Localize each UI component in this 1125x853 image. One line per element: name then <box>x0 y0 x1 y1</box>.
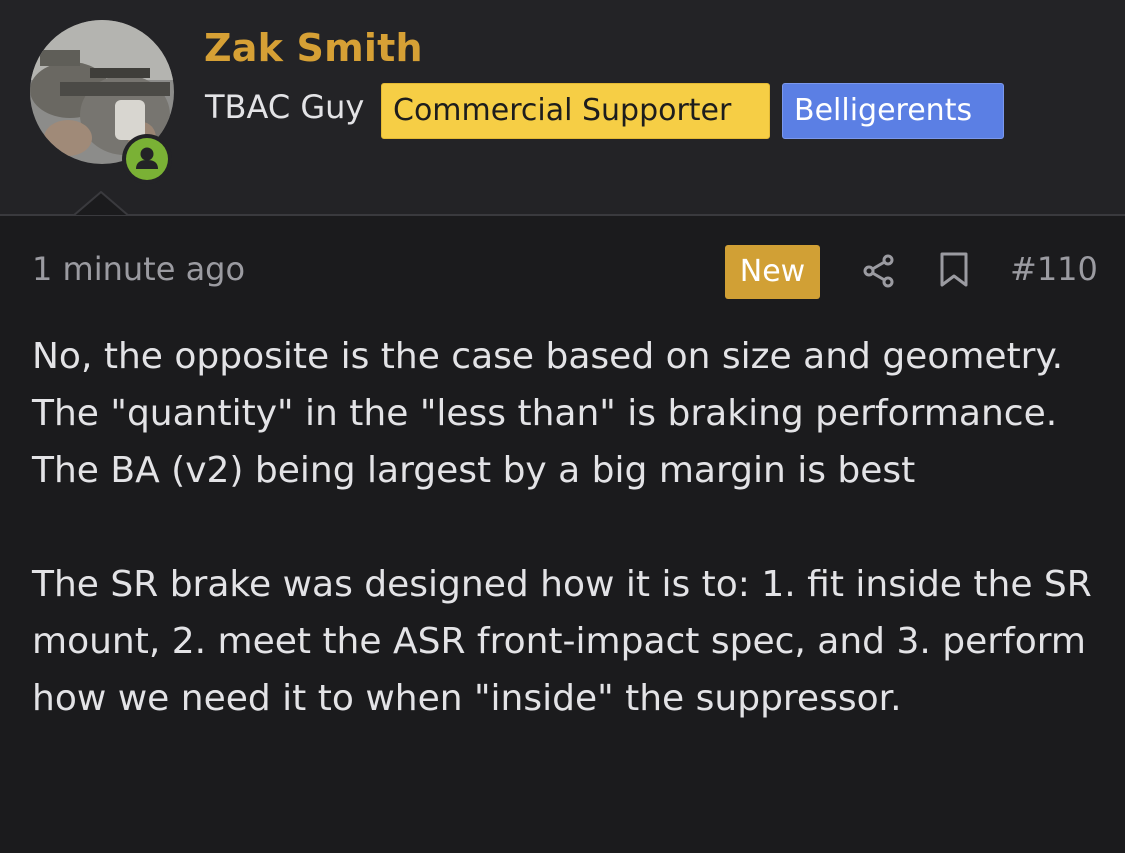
commercial-supporter-badge: Commercial Supporter <box>381 83 770 139</box>
user-title: TBAC Guy <box>205 88 365 126</box>
belligerents-badge: Belligerents <box>782 83 1004 139</box>
share-icon <box>863 254 894 288</box>
post-timestamp[interactable]: 1 minute ago <box>32 250 245 288</box>
share-button[interactable] <box>862 253 896 293</box>
post-author-header: Zak Smith TBAC Guy Commercial Supporter … <box>0 0 1125 215</box>
post-number-link[interactable]: #110 <box>1010 250 1098 288</box>
username[interactable]: Zak Smith <box>204 26 423 70</box>
post-paragraph: The SR brake was designed how it is to: … <box>32 564 1092 719</box>
post-paragraph: No, the opposite is the case based on si… <box>32 336 1064 491</box>
new-post-badge: New <box>725 245 820 299</box>
post-body: No, the opposite is the case based on si… <box>32 328 1112 727</box>
header-divider <box>0 214 1125 216</box>
user-online-icon <box>136 147 158 169</box>
paragraph-break <box>32 499 1112 556</box>
online-status-indicator <box>122 134 172 184</box>
bookmark-button[interactable] <box>939 252 969 292</box>
bookmark-icon <box>940 252 968 287</box>
header-pointer-notch <box>73 191 129 217</box>
